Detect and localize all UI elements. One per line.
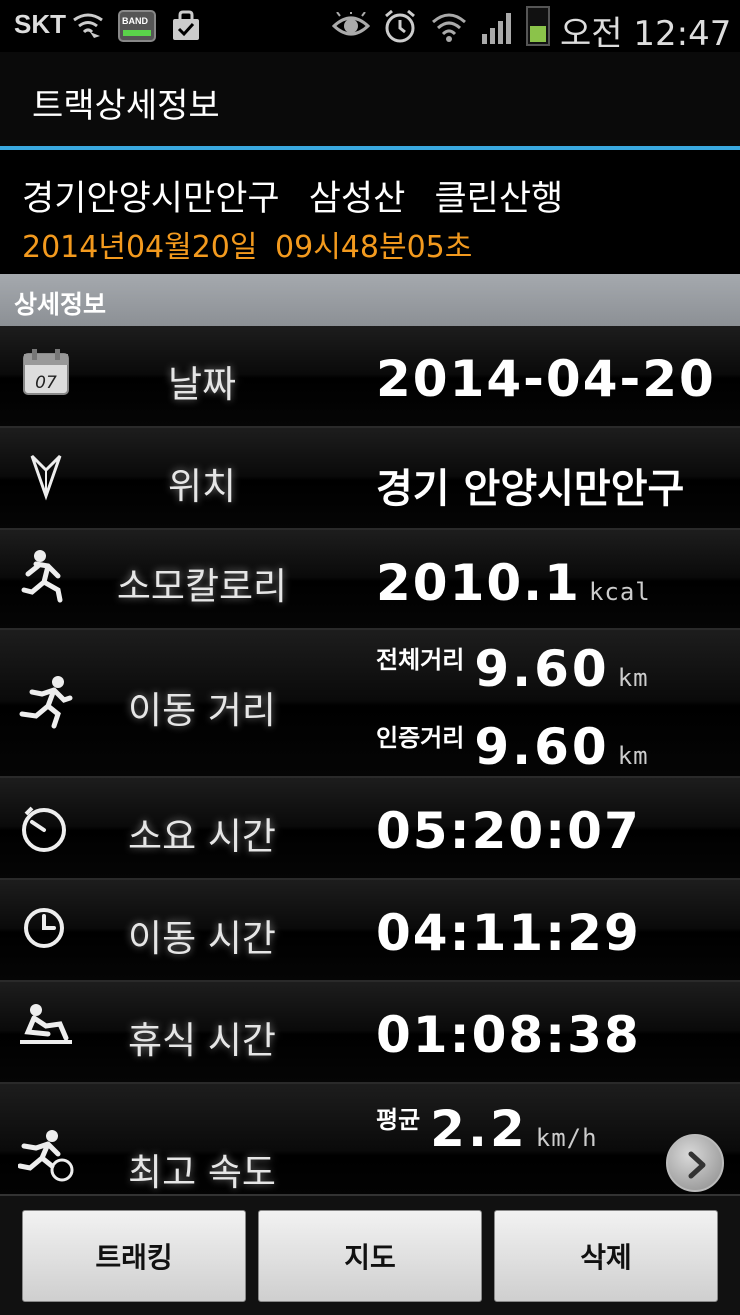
track-header: 경기안양시만안구 삼성산 클린산행 2014년04월20일 09시48분05초 [0,150,740,274]
moving-time-label: 이동 시간 [128,917,276,960]
avg-speed-line: 평균 2.2 km/h [376,1100,598,1158]
calories-row: 소모칼로리 2010.1 kcal [0,530,740,630]
speed-row: 최고 속도 평균 2.2 km/h [0,1084,740,1194]
band-app-icon: BAND [118,10,156,42]
svg-text:07: 07 [35,373,57,393]
cert-distance-value: 9.60 [474,718,610,776]
detail-list[interactable]: 07 날짜 2014-04-20 위치 경기 안양시만안구 소모칼로리 2010… [0,326,740,1194]
speed-label: 최고 속도 [128,1151,276,1194]
clock-time: 오전 12:47 [560,14,732,54]
rest-time-value: 01:08:38 [376,1006,641,1064]
elapsed-time-row: 소요 시간 05:20:07 [0,778,740,880]
date-row: 07 날짜 2014-04-20 [0,326,740,428]
date-label: 날짜 [167,363,237,406]
track-datetime: 2014년04월20일 09시48분05초 [22,230,473,265]
distance-label: 이동 거리 [128,689,276,732]
page-title: 트랙상세정보 [32,86,220,126]
chevron-right-icon [688,1151,706,1179]
map-button[interactable]: 지도 [258,1210,482,1302]
elapsed-time-value: 05:20:07 [376,802,641,860]
stopwatch-icon [22,806,66,852]
battery-icon [526,6,550,46]
next-arrow-button[interactable] [666,1134,724,1192]
carrier-label: SKT [14,9,66,39]
rest-time-label: 휴식 시간 [128,1019,276,1062]
section-label: 상세정보 [14,290,107,319]
rest-time-row: 휴식 시간 01:08:38 [0,982,740,1084]
calories-label: 소모칼로리 [116,565,288,608]
wifi-icon [432,13,466,42]
elapsed-time-label: 소요 시간 [128,815,276,858]
clock-icon [24,908,64,948]
location-row: 위치 경기 안양시만안구 [0,428,740,530]
moving-time-value: 04:11:29 [376,904,641,962]
cert-distance-line: 인증거리 9.60 km [376,718,649,776]
running-man-icon [19,676,73,729]
speed-runner-icon [18,1130,74,1182]
location-value: 경기 안양시만안구 [376,466,685,512]
track-name: 경기안양시만안구 삼성산 클린산행 [22,179,564,219]
tracking-button[interactable]: 트래킹 [22,1210,246,1302]
calendar-icon: 07 [23,349,69,395]
title-bar: 트랙상세정보 [0,52,740,146]
section-header: 상세정보 [0,274,740,326]
eye-icon [332,12,370,36]
distance-row: 이동 거리 전체거리 9.60 km 인증거리 9.60 km [0,630,740,778]
avg-speed-unit: km/h [535,1124,598,1152]
resting-person-icon [20,1004,72,1044]
location-label: 위치 [167,465,237,508]
cert-distance-label: 인증거리 [376,724,465,752]
calories-value: 2010.1 [376,554,581,612]
total-distance-value: 9.60 [474,640,610,698]
status-bar: SKT BAND 오전 12:47 [0,0,740,54]
delete-button[interactable]: 삭제 [494,1210,718,1302]
cert-distance-unit: km [617,742,649,770]
calories-value-wrap: 2010.1 kcal [376,554,651,612]
date-value: 2014-04-20 [376,350,716,408]
signal-icon [482,13,511,44]
location-arrow-icon [30,454,62,501]
runner-icon [21,550,63,603]
bottom-action-bar: 트래킹 지도 삭제 [0,1194,740,1315]
alarm-icon [385,9,415,43]
avg-speed-label: 평균 [376,1106,421,1134]
wifi-direct-icon [73,13,103,38]
total-distance-unit: km [617,664,649,692]
moving-time-row: 이동 시간 04:11:29 [0,880,740,982]
shopping-bag-icon [173,10,199,40]
avg-speed-value: 2.2 [430,1100,528,1158]
total-distance-line: 전체거리 9.60 km [376,640,649,698]
calories-unit: kcal [588,578,651,606]
total-distance-label: 전체거리 [376,646,465,674]
